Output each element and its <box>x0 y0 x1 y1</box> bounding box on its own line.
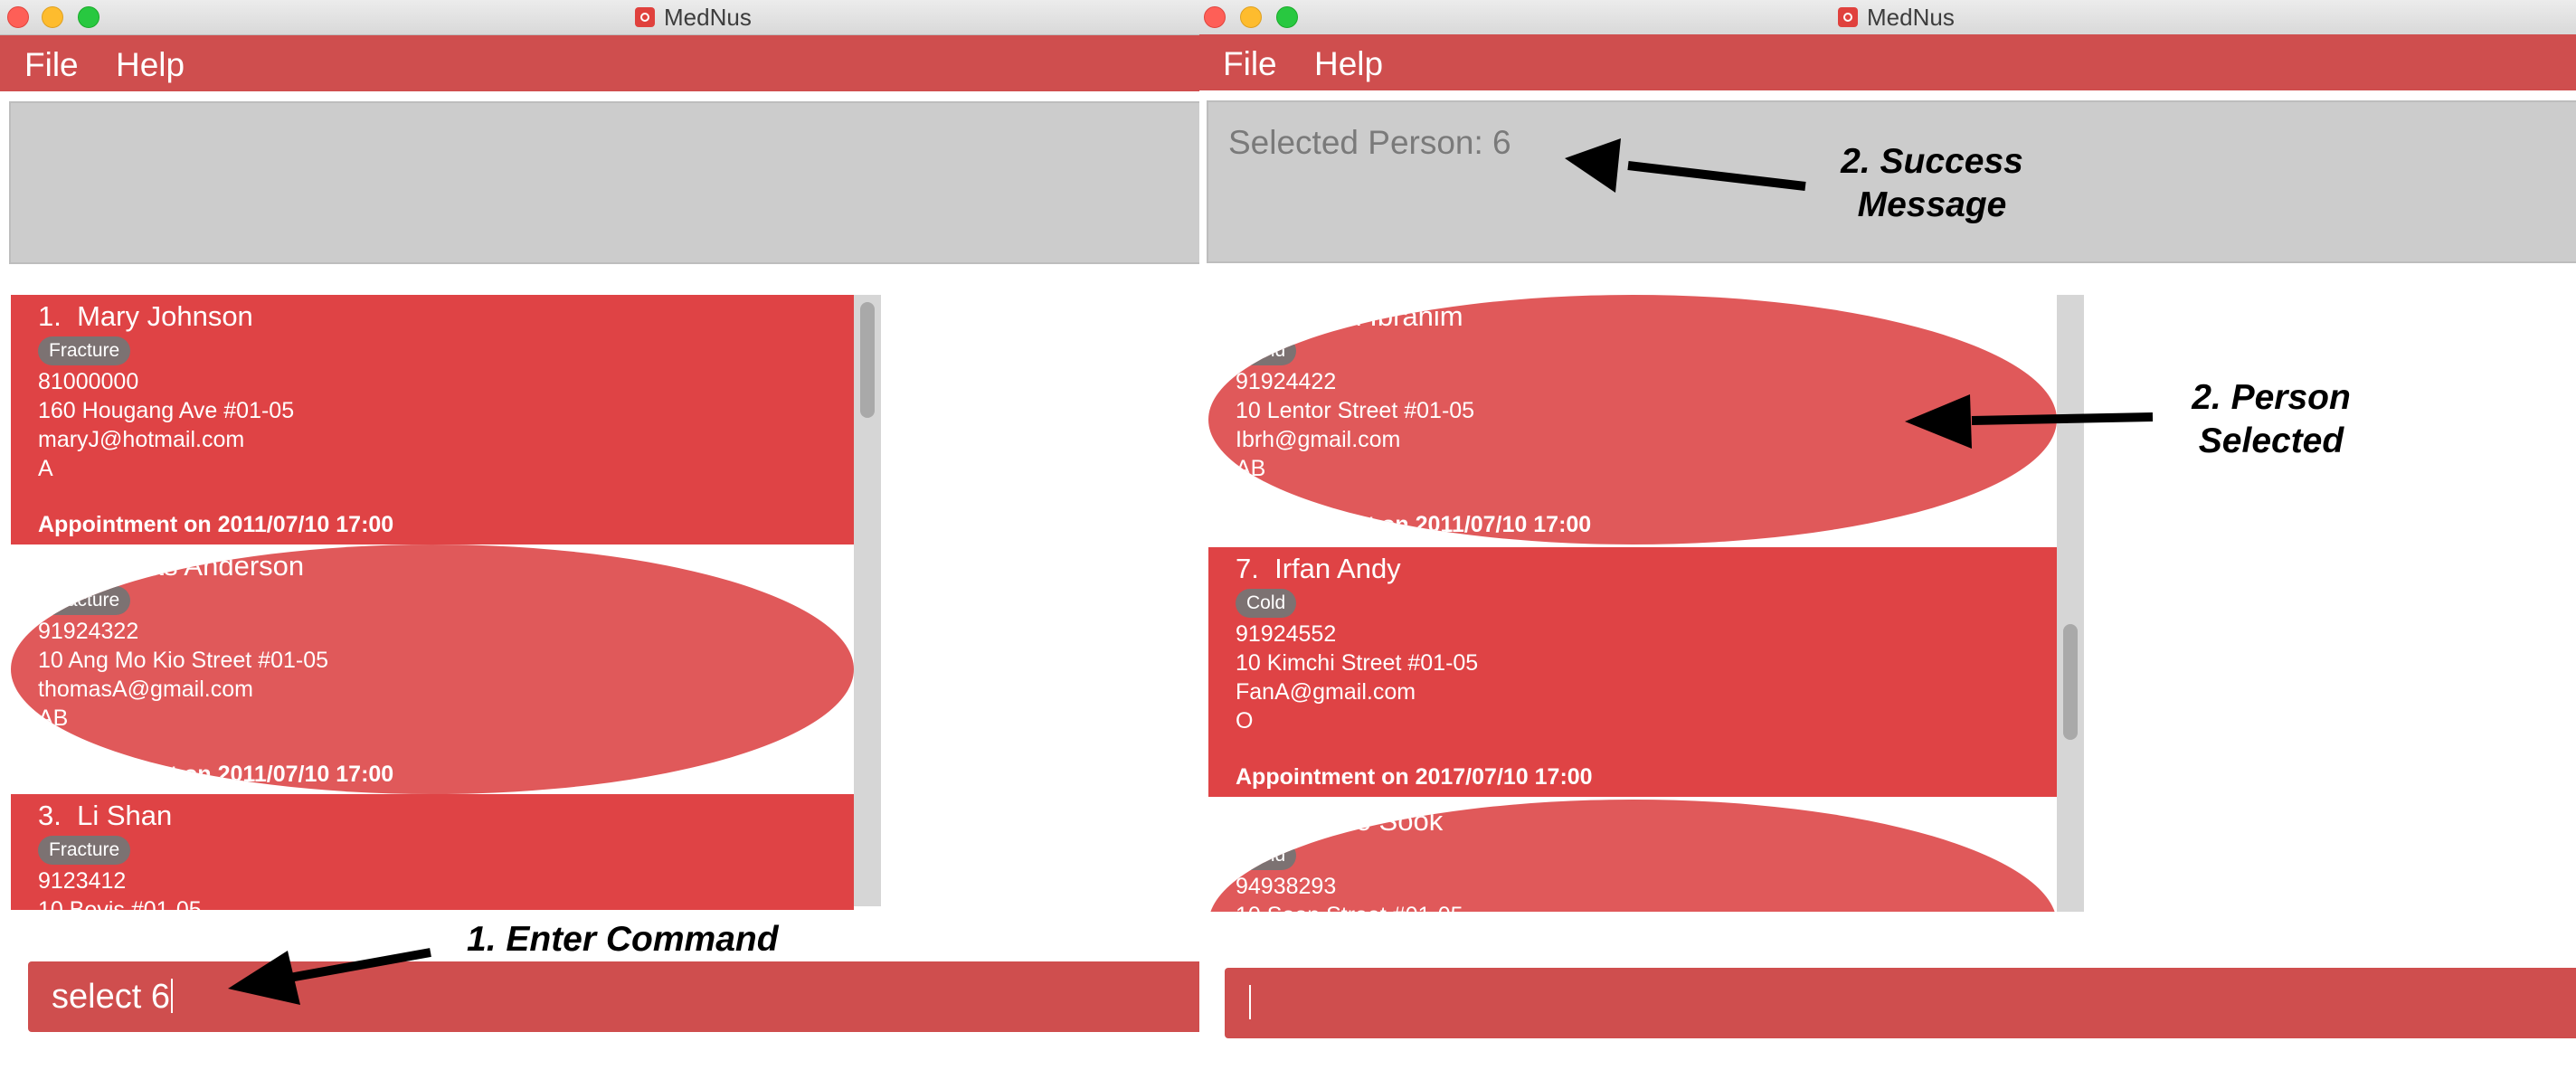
app-icon <box>1838 7 1858 27</box>
person-phone: 91924552 <box>1236 621 1337 647</box>
minimize-button[interactable] <box>1240 6 1262 28</box>
person-card[interactable]: 2. Thomas Anderson Fracture 91924322 10 … <box>11 544 854 794</box>
tag-badge: Cold <box>1236 841 1297 870</box>
text-caret <box>170 979 173 1013</box>
menu-help[interactable]: Help <box>116 46 185 84</box>
person-list[interactable]: 6. Ahman Ibrahim Cold 91924422 10 Lentor… <box>1208 295 2057 912</box>
command-box[interactable] <box>1225 968 2576 1038</box>
menu-file[interactable]: File <box>1223 45 1277 83</box>
person-phone: 91924322 <box>38 619 139 644</box>
person-card[interactable]: 3. Li Shan Fracture 9123412 10 Bovis #01… <box>11 794 854 910</box>
person-card[interactable]: 7. Irfan Andy Cold 91924552 10 Kimchi St… <box>1208 547 2057 797</box>
command-box[interactable]: select 6 <box>28 961 1199 1032</box>
person-card[interactable]: 8. Mee So Sook Cold 94938293 10 Soon Str… <box>1208 800 2057 912</box>
minimize-button[interactable] <box>42 6 63 28</box>
person-address: 10 Ang Mo Kio Street #01-05 <box>38 648 329 673</box>
person-address: 10 Bovis #01-05 <box>38 897 202 910</box>
person-blood-type: AB <box>38 705 69 731</box>
title-bar[interactable]: MedNus <box>0 0 1199 35</box>
app-icon <box>635 7 655 27</box>
person-blood-type: A <box>38 456 53 481</box>
menu-help[interactable]: Help <box>1314 45 1383 83</box>
person-address: 10 Lentor Street #01-05 <box>1236 398 1475 423</box>
person-email: maryJ@hotmail.com <box>38 427 245 452</box>
person-address: 10 Soon Street #01-05 <box>1236 903 1463 912</box>
command-input[interactable] <box>1248 984 1251 1023</box>
person-blood-type: O <box>1236 708 1254 734</box>
person-phone: 94938293 <box>1236 874 1337 899</box>
person-appointment: Appointment on 2011/07/10 17:00 <box>38 762 394 787</box>
person-name: 2. Thomas Anderson <box>38 550 305 582</box>
person-appointment: Appointment on 2017/07/10 17:00 <box>1236 764 1593 790</box>
menu-file[interactable]: File <box>24 46 79 84</box>
person-phone: 9123412 <box>38 868 127 894</box>
person-name: 1. Mary Johnson <box>38 300 253 332</box>
person-name: 7. Irfan Andy <box>1236 553 1401 584</box>
command-input[interactable]: select 6 <box>52 978 173 1017</box>
tag-badge: Fracture <box>38 836 131 865</box>
person-appointment: Appointment on 2011/07/10 17:00 <box>38 512 394 537</box>
window-title-text: MedNus <box>1867 4 1955 31</box>
window-title: MedNus <box>1838 4 1955 31</box>
annotation-success-message: 2. Success Message <box>1841 142 2023 224</box>
maximize-button[interactable] <box>1276 6 1298 28</box>
person-email: FanA@gmail.com <box>1236 679 1416 705</box>
annotation-enter-command: 1. Enter Command <box>467 920 779 959</box>
person-list-scrollbar[interactable] <box>2057 295 2084 912</box>
person-address: 10 Kimchi Street #01-05 <box>1236 650 1479 676</box>
person-phone: 81000000 <box>38 369 139 394</box>
person-name: 6. Ahman Ibrahim <box>1236 300 1463 332</box>
person-card-selected[interactable]: 6. Ahman Ibrahim Cold 91924422 10 Lentor… <box>1208 295 2057 544</box>
person-appointment: Appointment on 2011/07/10 17:00 <box>1236 512 1592 537</box>
window-title-text: MedNus <box>664 4 752 31</box>
maximize-button[interactable] <box>78 6 99 28</box>
tag-badge: Fracture <box>38 586 131 615</box>
menu-bar: File Help <box>0 35 1199 91</box>
person-card[interactable]: 1. Mary Johnson Fracture 81000000 160 Ho… <box>11 295 854 544</box>
text-caret <box>1249 985 1251 1019</box>
person-name: 8. Mee So Sook <box>1236 805 1444 837</box>
tag-badge: Cold <box>1236 336 1297 365</box>
person-email: thomasA@gmail.com <box>38 677 253 702</box>
person-email: Ibrh@gmail.com <box>1236 427 1401 452</box>
person-address: 160 Hougang Ave #01-05 <box>38 398 295 423</box>
annotation-person-selected: 2. Person Selected <box>2192 378 2351 460</box>
tag-badge: Fracture <box>38 336 131 365</box>
person-list[interactable]: 1. Mary Johnson Fracture 81000000 160 Ho… <box>11 295 854 910</box>
close-button[interactable] <box>1204 6 1226 28</box>
person-phone: 91924422 <box>1236 369 1337 394</box>
person-name: 3. Li Shan <box>38 800 173 831</box>
tag-badge: Cold <box>1236 589 1297 618</box>
result-message: Selected Person: 6 <box>1228 124 1511 161</box>
result-display <box>9 101 1199 264</box>
title-bar[interactable]: MedNus <box>1199 0 2576 35</box>
person-list-scrollbar[interactable] <box>854 295 881 906</box>
person-blood-type: AB <box>1236 456 1266 481</box>
left-app-window: MedNus File Help 1. Mary Johnson Fractur… <box>0 0 1199 1070</box>
close-button[interactable] <box>7 6 29 28</box>
window-title: MedNus <box>635 4 752 31</box>
scrollbar-thumb[interactable] <box>860 302 875 418</box>
scrollbar-thumb[interactable] <box>2063 624 2078 740</box>
menu-bar: File Help <box>1199 34 2576 90</box>
